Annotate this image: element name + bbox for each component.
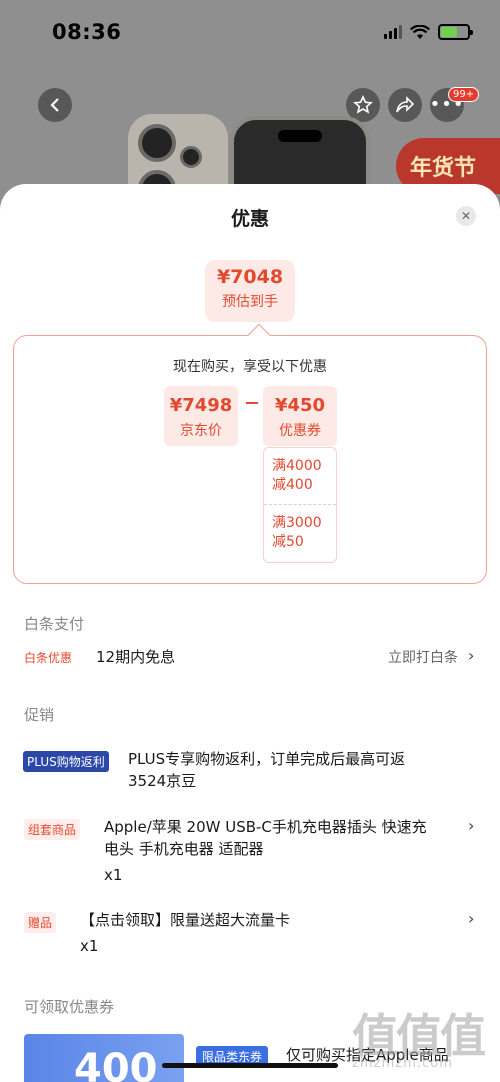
- baitiao-action-label: 立即打白条: [388, 650, 458, 666]
- wifi-icon: [410, 24, 430, 39]
- coupon-tier: 满3000 减50: [264, 514, 336, 552]
- status-time: 08:36: [52, 20, 122, 44]
- estimated-price: ¥7048: [216, 266, 284, 288]
- promo-heading: 现在购买，享受以下优惠: [173, 359, 327, 375]
- chevron-left-icon: [50, 98, 59, 112]
- tier-discount: 减400: [272, 477, 313, 493]
- tier-discount: 减50: [272, 534, 304, 550]
- watermark: 值值值 zhizhizhi.com: [352, 1000, 500, 1082]
- plus-rebate-line2: 3524京豆: [128, 772, 197, 790]
- coupons-section-title: 可领取优惠券: [24, 998, 115, 1016]
- coupon-value: ¥450: [274, 395, 326, 416]
- battery-icon: [438, 24, 473, 40]
- promotion-section-title: 促销: [24, 706, 55, 724]
- share-button[interactable]: [388, 88, 422, 122]
- jd-price-label: 京东价: [180, 423, 222, 439]
- chevron-right-icon: ›: [468, 816, 475, 835]
- watermark-main: 值值值: [352, 1009, 486, 1063]
- tier-threshold: 满3000: [272, 515, 322, 531]
- signal-icon: [384, 25, 402, 39]
- tier-threshold: 满4000: [272, 458, 322, 474]
- bundle-tag: 组套商品: [24, 819, 81, 840]
- jd-price-value: ¥7498: [169, 395, 233, 416]
- share-icon: [396, 96, 415, 113]
- bundle-line1: Apple/苹果 20W USB-C手机充电器插头 快速充: [104, 818, 427, 836]
- promo-breakdown-card: 现在购买，享受以下优惠 ¥7498 京东价 ¥450 优惠券 满4000 减40…: [13, 323, 487, 584]
- close-icon: ✕: [460, 209, 472, 223]
- coupon-amount: 400: [74, 1046, 158, 1082]
- bundle-text: Apple/苹果 20W USB-C手机充电器插头 快速充 电头 手机充电器 适…: [104, 816, 427, 886]
- plus-rebate-line1: PLUS专享购物返利，订单完成后最高可返: [128, 750, 406, 768]
- estimated-price-label: 预估到手: [222, 294, 278, 310]
- status-bar: 08:36: [0, 16, 500, 52]
- baitiao-section-title: 白条支付: [24, 615, 85, 633]
- back-button[interactable]: [38, 88, 72, 122]
- jd-price-box: ¥7498 京东价: [164, 386, 238, 446]
- baitiao-tag: 白条优惠: [24, 651, 73, 665]
- close-button[interactable]: ✕: [456, 206, 476, 226]
- plus-rebate-text: PLUS专享购物返利，订单完成后最高可返 3524京豆: [128, 748, 405, 792]
- coupon-card[interactable]: 400: [24, 1034, 184, 1082]
- chevron-right-icon: ›: [468, 909, 475, 928]
- message-count-badge: 99+: [448, 87, 480, 102]
- bundle-quantity: x1: [104, 866, 123, 884]
- plus-rebate-tag: PLUS购物返利: [23, 751, 109, 772]
- gift-text: 【点击领取】限量送超大流量卡: [80, 911, 291, 929]
- chevron-right-icon: ›: [468, 646, 475, 665]
- home-indicator[interactable]: [162, 1063, 338, 1068]
- estimated-price-box: ¥7048 预估到手: [205, 260, 295, 322]
- sheet-title: 优惠: [230, 208, 269, 230]
- coupon-tier: 满4000 减400: [264, 457, 336, 495]
- star-icon: [353, 95, 373, 114]
- discount-sheet: 优惠 ✕ ¥7048 预估到手 现在购买，享受以下优惠 ¥7498 京东价 ¥4…: [0, 184, 500, 1082]
- baitiao-text: 12期内免息: [96, 648, 176, 666]
- watermark-sub: zhizhizhi.com: [352, 1056, 453, 1071]
- gift-quantity: x1: [80, 937, 99, 955]
- gift-tag: 赠品: [24, 912, 57, 933]
- coupon-label: 优惠券: [279, 423, 321, 439]
- minus-sign: [246, 402, 258, 404]
- coupon-box: ¥450 优惠券: [263, 386, 337, 446]
- bundle-line2: 电头 手机充电器 适配器: [104, 840, 264, 858]
